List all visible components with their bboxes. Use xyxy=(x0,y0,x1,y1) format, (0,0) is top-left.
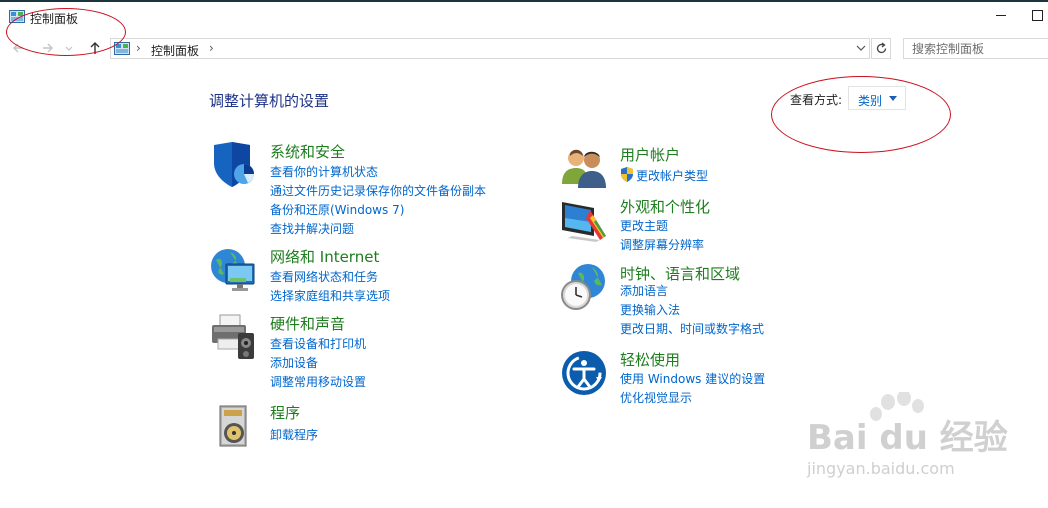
category-title-network-internet[interactable]: 网络和 Internet xyxy=(270,246,379,267)
uac-shield-icon xyxy=(621,167,633,182)
chevron-down-icon[interactable] xyxy=(856,43,866,53)
watermark-url: jingyan.baidu.com xyxy=(807,459,955,478)
link-devices-printers[interactable]: 查看设备和打印机 xyxy=(270,335,366,352)
printer-speaker-icon[interactable] xyxy=(210,313,258,361)
refresh-icon xyxy=(876,42,887,54)
link-add-device[interactable]: 添加设备 xyxy=(270,354,318,371)
ease-of-access-icon[interactable] xyxy=(560,349,608,397)
shield-icon[interactable] xyxy=(210,141,258,189)
clock-globe-icon[interactable] xyxy=(560,263,608,311)
category-title-clock-language[interactable]: 时钟、语言和区域 xyxy=(620,263,740,284)
category-title-appearance[interactable]: 外观和个性化 xyxy=(620,196,710,217)
link-add-language[interactable]: 添加语言 xyxy=(620,282,668,299)
category-title-hardware-sound[interactable]: 硬件和声音 xyxy=(270,313,345,334)
link-windows-recommended-settings[interactable]: 使用 Windows 建议的设置 xyxy=(620,370,765,387)
link-mobility-settings[interactable]: 调整常用移动设置 xyxy=(270,373,366,390)
breadcrumb-control-panel[interactable]: 控制面板 xyxy=(151,42,199,59)
refresh-button[interactable] xyxy=(871,38,891,59)
users-icon[interactable] xyxy=(560,144,608,192)
link-change-date-time-format[interactable]: 更改日期、时间或数字格式 xyxy=(620,320,764,337)
link-network-status[interactable]: 查看网络状态和任务 xyxy=(270,268,378,285)
annotation-oval-view-by xyxy=(771,76,951,153)
link-backup-restore[interactable]: 备份和还原(Windows 7) xyxy=(270,201,404,218)
category-title-ease-of-access[interactable]: 轻松使用 xyxy=(620,349,680,370)
link-view-computer-status[interactable]: 查看你的计算机状态 xyxy=(270,163,378,180)
annotation-oval-title xyxy=(6,8,126,56)
watermark-logo-text: Bai du 经验 xyxy=(807,418,1008,458)
category-title-system-security[interactable]: 系统和安全 xyxy=(270,141,345,162)
link-homegroup-sharing[interactable]: 选择家庭组和共享选项 xyxy=(270,287,390,304)
link-troubleshoot[interactable]: 查找并解决问题 xyxy=(270,220,354,237)
category-title-user-accounts[interactable]: 用户帐户 xyxy=(620,144,680,165)
link-screen-resolution[interactable]: 调整屏幕分辨率 xyxy=(620,236,704,253)
category-title-programs[interactable]: 程序 xyxy=(270,402,300,423)
page-title: 调整计算机的设置 xyxy=(209,92,330,110)
link-file-history-backup[interactable]: 通过文件历史记录保存你的文件备份副本 xyxy=(270,182,486,199)
search-input[interactable] xyxy=(912,41,1042,56)
address-bar[interactable]: › 控制面板 › xyxy=(110,38,870,59)
display-palette-icon[interactable] xyxy=(560,196,608,244)
link-uninstall-program[interactable]: 卸载程序 xyxy=(270,426,318,443)
maximize-button[interactable] xyxy=(1032,10,1043,21)
link-optimize-visual-display[interactable]: 优化视觉显示 xyxy=(620,389,692,406)
network-globe-icon[interactable] xyxy=(210,246,258,294)
breadcrumb-separator[interactable]: › xyxy=(209,41,214,55)
programs-disc-icon[interactable] xyxy=(210,402,258,450)
title-bar: 控制面板 xyxy=(0,2,1048,32)
breadcrumb-separator[interactable]: › xyxy=(136,41,141,55)
link-change-input-method[interactable]: 更换输入法 xyxy=(620,301,680,318)
search-box[interactable] xyxy=(903,38,1048,59)
link-change-account-type[interactable]: 更改帐户类型 xyxy=(636,167,708,184)
link-change-theme[interactable]: 更改主题 xyxy=(620,217,668,234)
minimize-button[interactable] xyxy=(996,15,1006,16)
